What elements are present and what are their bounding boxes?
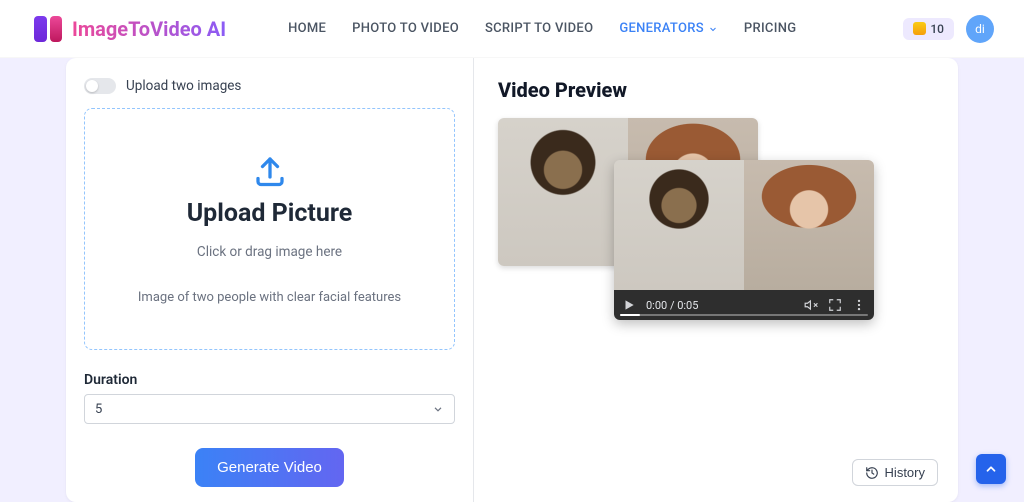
history-label: History (885, 465, 925, 480)
duration-value: 5 (95, 402, 102, 417)
mute-icon[interactable] (804, 298, 818, 312)
nav-photo-to-video[interactable]: PHOTO TO VIDEO (352, 21, 459, 36)
more-icon[interactable] (852, 298, 866, 312)
coin-icon (913, 22, 926, 35)
preview-video-player[interactable]: 0:00 / 0:05 (614, 160, 874, 320)
play-icon[interactable] (622, 298, 636, 312)
preview-title: Video Preview (498, 78, 934, 102)
nav-script-to-video[interactable]: SCRIPT TO VIDEO (485, 21, 593, 36)
portrait-placeholder (498, 118, 628, 266)
portrait-placeholder (614, 160, 744, 290)
main-nav: HOME PHOTO TO VIDEO SCRIPT TO VIDEO GENE… (288, 21, 796, 36)
portrait-placeholder (744, 160, 874, 290)
duration-select[interactable]: 5 (84, 394, 455, 424)
generate-video-button[interactable]: Generate Video (195, 448, 344, 487)
brand[interactable]: ImageToVideo AI (34, 16, 226, 42)
chevron-up-icon (984, 462, 998, 476)
video-frame (614, 160, 874, 290)
upload-dropzone[interactable]: Upload Picture Click or drag image here … (84, 108, 455, 350)
chevron-down-icon (432, 403, 444, 415)
history-icon (865, 466, 879, 480)
header-right: 10 di (903, 15, 994, 43)
avatar[interactable]: di (966, 15, 994, 43)
video-controls: 0:00 / 0:05 (614, 290, 874, 320)
app-header: ImageToVideo AI HOME PHOTO TO VIDEO SCRI… (0, 0, 1024, 58)
dropzone-hint: Image of two people with clear facial fe… (138, 290, 401, 305)
video-time: 0:00 / 0:05 (646, 299, 698, 312)
nav-pricing[interactable]: PRICING (744, 21, 797, 36)
nav-generators[interactable]: GENERATORS (619, 21, 718, 36)
dropzone-title: Upload Picture (187, 199, 353, 228)
brand-name: ImageToVideo AI (72, 17, 226, 41)
history-button[interactable]: History (852, 459, 938, 486)
nav-home[interactable]: HOME (288, 21, 326, 36)
chevron-down-icon (708, 24, 718, 34)
scroll-to-top-button[interactable] (976, 454, 1006, 484)
video-progress-bar[interactable] (620, 314, 868, 316)
credits-badge[interactable]: 10 (903, 18, 954, 40)
nav-generators-label: GENERATORS (619, 21, 704, 36)
generate-row: Generate Video (84, 448, 455, 487)
main-card: Upload two images Upload Picture Click o… (66, 58, 958, 502)
fullscreen-icon[interactable] (828, 298, 842, 312)
upload-two-toggle[interactable] (84, 78, 116, 94)
upload-two-toggle-label: Upload two images (126, 78, 241, 94)
preview-panel: Video Preview 0:00 / 0:05 (474, 58, 958, 502)
credits-value: 10 (930, 22, 944, 36)
upload-two-toggle-row: Upload two images (84, 78, 455, 94)
preview-area: 0:00 / 0:05 (498, 118, 934, 348)
avatar-initials: di (975, 22, 985, 36)
upload-icon (250, 153, 290, 189)
brand-logo-icon (34, 16, 62, 42)
duration-label: Duration (84, 372, 455, 388)
input-panel: Upload two images Upload Picture Click o… (66, 58, 474, 502)
dropzone-subtitle: Click or drag image here (197, 244, 342, 260)
